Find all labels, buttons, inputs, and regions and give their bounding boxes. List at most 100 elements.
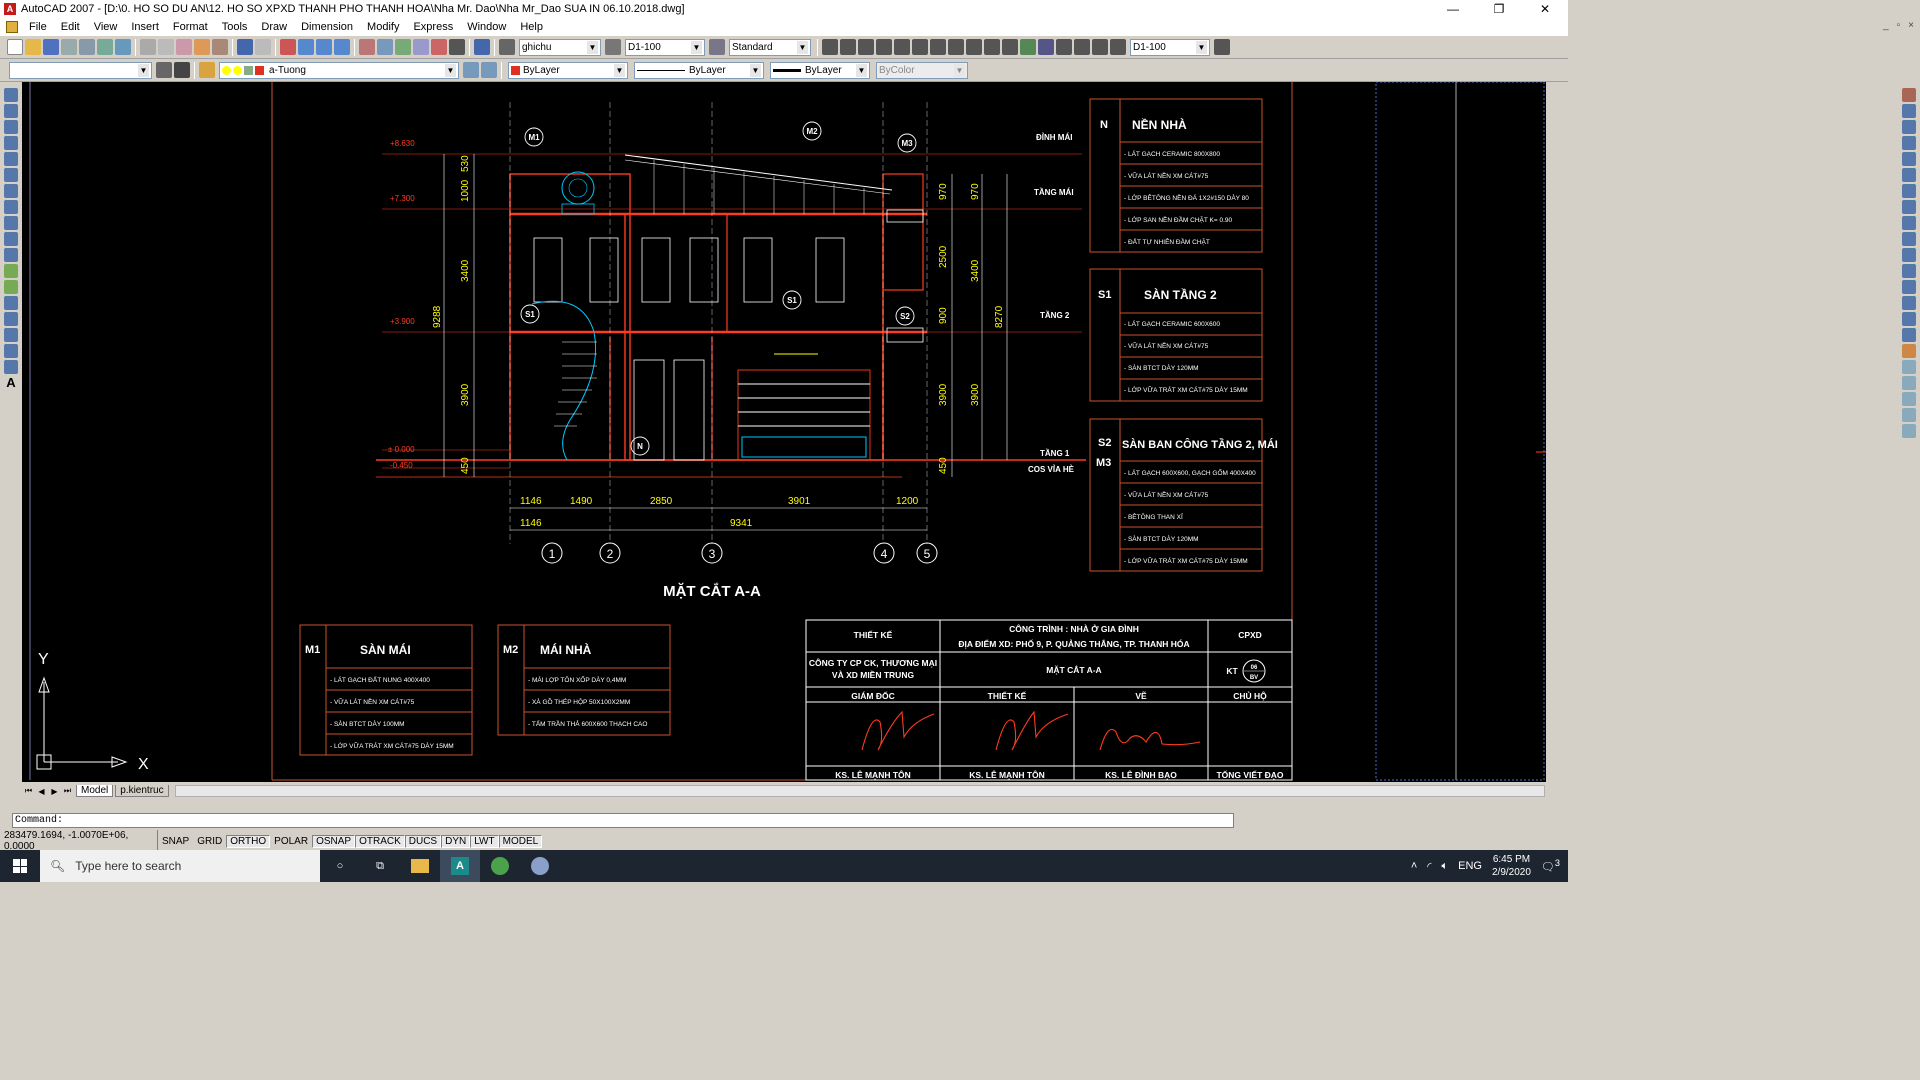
- arc-length-icon[interactable]: [858, 39, 874, 55]
- insert-block-icon[interactable]: [4, 264, 18, 278]
- rectangle-icon[interactable]: [4, 152, 18, 166]
- doc-minimize-button[interactable]: _: [1883, 20, 1889, 31]
- volume-icon[interactable]: 🔈︎: [1442, 860, 1449, 873]
- chevron-down-icon[interactable]: ▼: [797, 40, 808, 54]
- dim-text-edit-icon[interactable]: [1092, 39, 1108, 55]
- fillet-icon[interactable]: [1902, 328, 1916, 342]
- layer-lock-icon[interactable]: [244, 65, 253, 75]
- menu-tools[interactable]: Tools: [215, 21, 255, 33]
- minimize-button[interactable]: —: [1430, 0, 1476, 18]
- chevron-down-icon[interactable]: ▼: [138, 63, 149, 77]
- ordinate-icon[interactable]: [876, 39, 892, 55]
- break-icon[interactable]: [1902, 280, 1916, 294]
- linetype-select[interactable]: ByLayer ▼: [634, 61, 764, 79]
- match-properties-icon[interactable]: [194, 39, 210, 55]
- layer-on-icon[interactable]: [222, 65, 231, 75]
- zoom-realtime-icon[interactable]: [298, 39, 314, 55]
- new-icon[interactable]: [7, 39, 23, 55]
- design-center-icon[interactable]: [377, 39, 393, 55]
- menu-insert[interactable]: Insert: [124, 21, 166, 33]
- network-icon[interactable]: ◜: [1427, 860, 1431, 873]
- chevron-down-icon[interactable]: ▼: [856, 63, 867, 77]
- markup-icon[interactable]: [431, 39, 447, 55]
- plotstyle-select[interactable]: ByColor ▼: [876, 61, 968, 79]
- lineweight-select[interactable]: ByLayer ▼: [770, 61, 870, 79]
- make-current-icon[interactable]: [463, 62, 479, 78]
- menu-file[interactable]: File: [22, 21, 54, 33]
- dyn-toggle[interactable]: DYN: [441, 834, 471, 848]
- grid-toggle[interactable]: GRID: [193, 835, 226, 848]
- menu-modify[interactable]: Modify: [360, 21, 406, 33]
- arc-icon[interactable]: [4, 168, 18, 182]
- construction-line-icon[interactable]: [4, 104, 18, 118]
- chamfer-icon[interactable]: [1902, 312, 1916, 326]
- ellipse-arc-icon[interactable]: [4, 248, 18, 262]
- stretch-icon[interactable]: [1902, 216, 1916, 230]
- bring-above-icon[interactable]: [1902, 408, 1916, 422]
- close-button[interactable]: ✕: [1522, 0, 1568, 18]
- first-tab-icon[interactable]: ⏮: [22, 786, 35, 796]
- aligned-dim-icon[interactable]: [840, 39, 856, 55]
- start-button[interactable]: [0, 850, 40, 882]
- layer-manager-icon[interactable]: [199, 62, 215, 78]
- clock[interactable]: 6:45 PM 2/9/2020: [1492, 853, 1531, 879]
- tab-model[interactable]: Model: [76, 785, 114, 797]
- dim-style-icon[interactable]: [605, 39, 621, 55]
- table-icon[interactable]: [4, 360, 18, 374]
- menu-window[interactable]: Window: [460, 21, 513, 33]
- diameter-icon[interactable]: [930, 39, 946, 55]
- polygon-icon[interactable]: [4, 136, 18, 150]
- menu-draw[interactable]: Draw: [254, 21, 294, 33]
- table-style-select[interactable]: Standard ▼: [729, 38, 811, 56]
- chevron-down-icon[interactable]: ▼: [750, 63, 761, 77]
- layer-freeze-icon[interactable]: [233, 65, 242, 75]
- doc-restore-button[interactable]: ▫: [1897, 20, 1901, 31]
- redo-icon[interactable]: [255, 39, 271, 55]
- gradient-icon[interactable]: [4, 328, 18, 342]
- copy-icon[interactable]: [158, 39, 174, 55]
- baseline-icon[interactable]: [984, 39, 1000, 55]
- chevron-down-icon[interactable]: ▼: [614, 63, 625, 77]
- rotate-icon[interactable]: [1902, 184, 1916, 198]
- multiline-text-icon[interactable]: A: [4, 376, 18, 390]
- linear-dim-icon[interactable]: [822, 39, 838, 55]
- doc-close-button[interactable]: ×: [1908, 20, 1914, 31]
- otrack-toggle[interactable]: OTRACK: [355, 834, 405, 848]
- task-view-icon[interactable]: ⧉: [360, 850, 400, 882]
- taskbar-search[interactable]: 🔍︎ Type here to search: [40, 850, 320, 882]
- chevron-down-icon[interactable]: ▼: [445, 63, 456, 77]
- offset-icon[interactable]: [1902, 136, 1916, 150]
- polyline-icon[interactable]: [4, 120, 18, 134]
- undo-icon[interactable]: [237, 39, 253, 55]
- tolerance-icon[interactable]: [1038, 39, 1054, 55]
- continue-icon[interactable]: [1002, 39, 1018, 55]
- dim-style-select-2[interactable]: D1-100 ▼: [1130, 38, 1210, 56]
- menu-view[interactable]: View: [87, 21, 125, 33]
- leader-icon[interactable]: [1020, 39, 1036, 55]
- array-icon[interactable]: [1902, 152, 1916, 166]
- cut-icon[interactable]: [140, 39, 156, 55]
- command-line[interactable]: Command:: [12, 813, 1234, 828]
- layer-previous-select[interactable]: ▼: [9, 61, 152, 79]
- center-mark-icon[interactable]: [1056, 39, 1072, 55]
- properties-icon[interactable]: [359, 39, 375, 55]
- polar-toggle[interactable]: POLAR: [270, 835, 312, 848]
- point-icon[interactable]: [4, 296, 18, 310]
- help-icon[interactable]: [474, 39, 490, 55]
- notification-icon[interactable]: 🗨︎3: [1541, 858, 1560, 874]
- make-block-icon[interactable]: [4, 280, 18, 294]
- trim-icon[interactable]: [1902, 232, 1916, 246]
- lwt-toggle[interactable]: LWT: [470, 834, 499, 848]
- pan-icon[interactable]: [280, 39, 296, 55]
- text-style-select[interactable]: ghichu ▼: [519, 38, 601, 56]
- menu-dimension[interactable]: Dimension: [294, 21, 360, 33]
- break-at-point-icon[interactable]: [1902, 264, 1916, 278]
- menu-express[interactable]: Express: [406, 21, 460, 33]
- chevron-down-icon[interactable]: ▼: [691, 40, 702, 54]
- join-icon[interactable]: [1902, 296, 1916, 310]
- model-toggle[interactable]: MODEL: [498, 834, 543, 848]
- tab-p-kientruc[interactable]: p.kientruc: [115, 785, 169, 797]
- radius-icon[interactable]: [894, 39, 910, 55]
- file-explorer-icon[interactable]: [400, 850, 440, 882]
- dim-style-manager-icon[interactable]: [1214, 39, 1230, 55]
